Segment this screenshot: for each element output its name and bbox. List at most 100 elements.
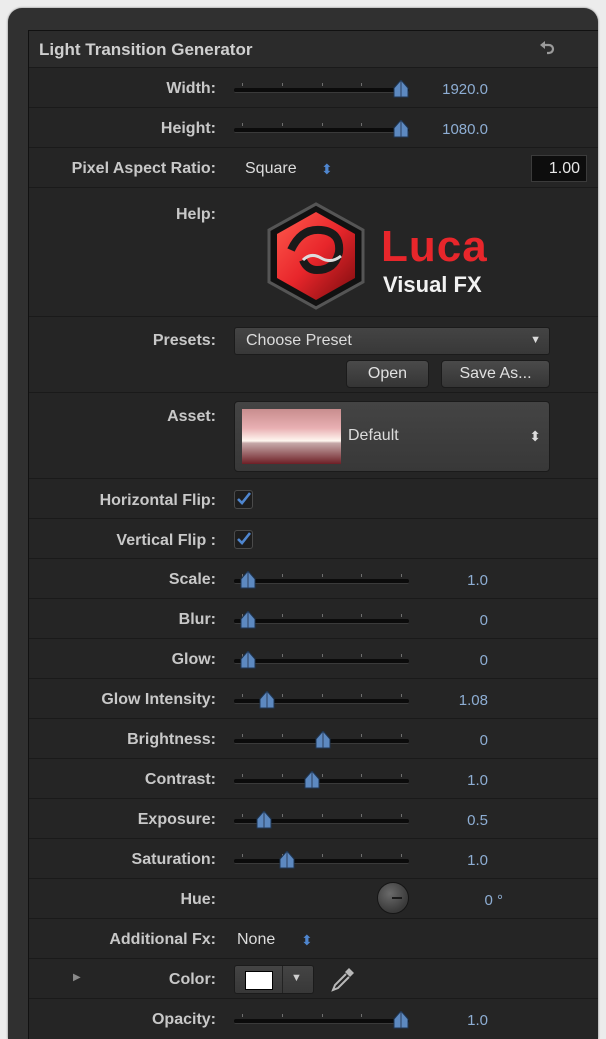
opacity-slider[interactable] bbox=[234, 1009, 409, 1029]
width-slider-thumb[interactable] bbox=[393, 80, 409, 98]
save-as-button[interactable]: Save As... bbox=[441, 360, 550, 388]
saturation-slider-thumb[interactable] bbox=[279, 851, 295, 869]
slider-tick bbox=[322, 83, 323, 86]
blur-label: Blur: bbox=[178, 611, 216, 628]
pixel-aspect-label: Pixel Aspect Ratio: bbox=[71, 160, 216, 177]
width-label: Width: bbox=[166, 80, 216, 97]
contrast-row: Contrast: 1.0 bbox=[29, 759, 598, 799]
hue-dial[interactable] bbox=[377, 882, 409, 914]
vertical-flip-label: Vertical Flip : bbox=[116, 532, 216, 549]
blur-row: Blur: 0 bbox=[29, 599, 598, 639]
brightness-value[interactable]: 0 bbox=[439, 732, 488, 749]
width-row: Width: 1920.0 bbox=[29, 68, 598, 108]
width-slider[interactable] bbox=[234, 78, 409, 98]
height-value[interactable]: 1080.0 bbox=[424, 121, 488, 138]
hue-value[interactable]: 0 ° bbox=[439, 892, 503, 909]
slider-tick bbox=[361, 614, 362, 617]
glow-value[interactable]: 0 bbox=[439, 652, 488, 669]
asset-row: Asset: Default ⬍ bbox=[29, 393, 598, 479]
contrast-slider-track bbox=[234, 774, 409, 784]
height-slider-thumb[interactable] bbox=[393, 120, 409, 138]
brightness-slider[interactable] bbox=[234, 729, 409, 749]
contrast-value[interactable]: 1.0 bbox=[439, 772, 488, 789]
exposure-slider[interactable] bbox=[234, 809, 409, 829]
glow-label: Glow: bbox=[171, 651, 216, 668]
glow-slider-thumb[interactable] bbox=[240, 651, 256, 669]
blur-value[interactable]: 0 bbox=[439, 612, 488, 629]
horizontal-flip-row: Horizontal Flip: bbox=[29, 479, 598, 519]
luca-logo[interactable]: Luca Visual FX bbox=[261, 200, 511, 312]
vertical-flip-checkbox[interactable] bbox=[234, 530, 253, 549]
vertical-flip-row: Vertical Flip : bbox=[29, 519, 598, 559]
saturation-value[interactable]: 1.0 bbox=[439, 852, 488, 869]
slider-tick bbox=[282, 734, 283, 737]
slider-tick bbox=[282, 123, 283, 126]
reset-arrow-icon[interactable] bbox=[537, 39, 557, 59]
brightness-slider-thumb[interactable] bbox=[315, 731, 331, 749]
asset-label: Asset: bbox=[167, 408, 216, 425]
asset-selector[interactable]: Default ⬍ bbox=[234, 401, 550, 472]
scale-slider-thumb[interactable] bbox=[240, 571, 256, 589]
width-value[interactable]: 1920.0 bbox=[424, 81, 488, 98]
slider-tick bbox=[242, 854, 243, 857]
hue-dial-indicator bbox=[392, 897, 402, 899]
exposure-value[interactable]: 0.5 bbox=[439, 812, 488, 829]
blur-slider[interactable] bbox=[234, 609, 409, 629]
glow-intensity-value[interactable]: 1.08 bbox=[439, 692, 488, 709]
slider-tick bbox=[322, 814, 323, 817]
additional-fx-select[interactable]: None bbox=[237, 931, 275, 949]
pixel-aspect-stepper-icon[interactable]: ⬍ bbox=[321, 161, 333, 178]
glow-row: Glow: 0 bbox=[29, 639, 598, 679]
blur-slider-thumb[interactable] bbox=[240, 611, 256, 629]
glow-intensity-slider[interactable] bbox=[234, 689, 409, 709]
slider-tick bbox=[242, 83, 243, 86]
slider-tick bbox=[401, 774, 402, 777]
slider-tick bbox=[361, 854, 362, 857]
opacity-slider-thumb[interactable] bbox=[393, 1011, 409, 1029]
pixel-aspect-select[interactable]: Square bbox=[245, 160, 297, 178]
scale-slider[interactable] bbox=[234, 569, 409, 589]
contrast-slider[interactable] bbox=[234, 769, 409, 789]
opacity-slider-track bbox=[234, 1014, 409, 1024]
disclosure-triangle-icon[interactable]: ▶ bbox=[73, 972, 81, 983]
parameter-list: Light Transition Generator Width: 1920.0… bbox=[28, 30, 598, 1039]
slider-tick bbox=[322, 854, 323, 857]
opacity-value[interactable]: 1.0 bbox=[439, 1012, 488, 1029]
slider-tick bbox=[361, 574, 362, 577]
contrast-slider-thumb[interactable] bbox=[304, 771, 320, 789]
saturation-slider[interactable] bbox=[234, 849, 409, 869]
horizontal-flip-checkbox[interactable] bbox=[234, 490, 253, 509]
scale-value[interactable]: 1.0 bbox=[439, 572, 488, 589]
glow-slider[interactable] bbox=[234, 649, 409, 669]
slider-tick bbox=[401, 574, 402, 577]
slider-tick bbox=[322, 123, 323, 126]
slider-tick bbox=[361, 774, 362, 777]
scale-slider-track bbox=[234, 574, 409, 584]
slider-tick bbox=[401, 654, 402, 657]
slider-tick bbox=[401, 854, 402, 857]
eyedropper-icon[interactable] bbox=[329, 965, 357, 993]
slider-tick bbox=[282, 654, 283, 657]
additional-fx-label: Additional Fx: bbox=[109, 931, 216, 948]
additional-fx-stepper-icon[interactable]: ⬍ bbox=[301, 932, 313, 949]
slider-tick bbox=[242, 774, 243, 777]
height-slider[interactable] bbox=[234, 118, 409, 138]
glow-intensity-slider-thumb[interactable] bbox=[259, 691, 275, 709]
glow-intensity-row: Glow Intensity: 1.08 bbox=[29, 679, 598, 719]
open-button[interactable]: Open bbox=[346, 360, 429, 388]
slider-tick bbox=[361, 814, 362, 817]
glow-intensity-label: Glow Intensity: bbox=[101, 691, 216, 708]
exposure-slider-thumb[interactable] bbox=[256, 811, 272, 829]
color-well-divider bbox=[282, 966, 283, 993]
slider-tick bbox=[242, 734, 243, 737]
luca-hexagon-icon bbox=[267, 202, 365, 310]
saturation-label: Saturation: bbox=[131, 851, 216, 868]
slider-tick bbox=[282, 614, 283, 617]
contrast-label: Contrast: bbox=[144, 771, 216, 788]
slider-tick bbox=[282, 1014, 283, 1017]
color-well[interactable]: ▼ bbox=[234, 965, 314, 994]
checkmark-icon bbox=[237, 532, 252, 545]
presets-dropdown[interactable]: Choose Preset ▼ bbox=[234, 327, 550, 355]
pixel-aspect-field[interactable]: 1.00 bbox=[531, 155, 587, 182]
logo-text: Luca bbox=[381, 222, 488, 271]
